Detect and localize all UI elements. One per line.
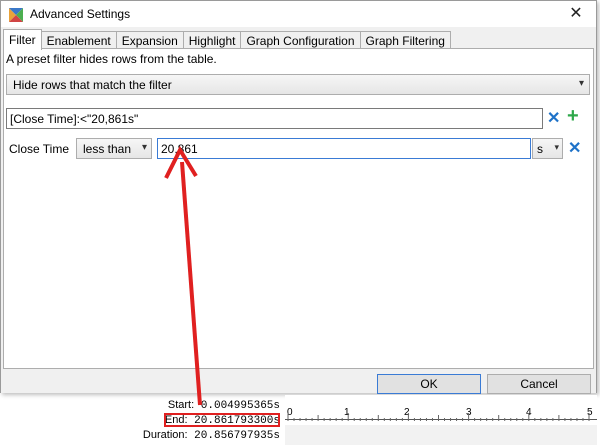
advanced-settings-dialog: Advanced Settings ✕ Filter Enablement Ex… xyxy=(0,0,597,394)
duration-line: Duration: 20.856797935s xyxy=(143,429,280,442)
operator-dropdown[interactable]: less than ▾ xyxy=(76,138,152,159)
tab-strip: Filter Enablement Expansion Highlight Gr… xyxy=(3,29,451,50)
chevron-down-icon: ▾ xyxy=(554,142,559,152)
timeline-strip xyxy=(285,425,597,445)
start-value: 0.004995365s xyxy=(200,400,280,412)
ok-button[interactable]: OK xyxy=(377,374,481,394)
title-bar: Advanced Settings ✕ xyxy=(1,1,596,27)
filter-panel: A preset filter hides rows from the tabl… xyxy=(3,48,594,369)
condition-field-label: Close Time xyxy=(9,142,70,156)
filter-mode-value: Hide rows that match the filter xyxy=(13,78,172,92)
condition-value-input[interactable] xyxy=(158,139,530,158)
filter-mode-dropdown[interactable]: Hide rows that match the filter ▾ xyxy=(6,74,590,95)
filter-description: A preset filter hides rows from the tabl… xyxy=(6,52,217,66)
condition-value-field[interactable] xyxy=(157,138,531,159)
start-line: Start: 0.004995365s xyxy=(168,399,280,412)
add-condition-icon[interactable]: + xyxy=(567,105,579,128)
operator-value: less than xyxy=(83,142,132,156)
tab-graph-filtering[interactable]: Graph Filtering xyxy=(359,31,451,49)
chevron-down-icon: ▾ xyxy=(578,78,584,89)
clear-expression-icon[interactable]: ✕ xyxy=(547,108,560,128)
ruler-minor-ticks xyxy=(287,413,590,421)
window-title: Advanced Settings xyxy=(30,7,131,21)
tab-filter[interactable]: Filter xyxy=(3,29,42,50)
tab-highlight[interactable]: Highlight xyxy=(182,31,242,49)
cancel-button[interactable]: Cancel xyxy=(487,374,591,394)
duration-label: Duration: xyxy=(142,429,188,441)
tab-expansion[interactable]: Expansion xyxy=(115,31,184,49)
timeline-ruler: 0 1 2 3 4 5 xyxy=(285,395,597,445)
button-bar: OK Cancel xyxy=(1,369,596,394)
filter-expression-input[interactable] xyxy=(7,109,542,128)
tab-enablement[interactable]: Enablement xyxy=(40,31,117,49)
tab-graph-configuration[interactable]: Graph Configuration xyxy=(240,31,361,49)
duration-value: 20.856797935s xyxy=(194,430,280,442)
end-highlight-box xyxy=(164,413,280,427)
app-icon xyxy=(9,8,23,22)
remove-condition-icon[interactable]: ✕ xyxy=(568,138,581,158)
unit-value: s xyxy=(537,142,543,156)
close-icon[interactable]: ✕ xyxy=(556,1,596,27)
chevron-down-icon: ▾ xyxy=(141,142,147,153)
unit-dropdown[interactable]: s ▾ xyxy=(532,138,563,159)
start-label: Start: xyxy=(167,399,195,411)
filter-expression-field[interactable] xyxy=(6,108,543,129)
